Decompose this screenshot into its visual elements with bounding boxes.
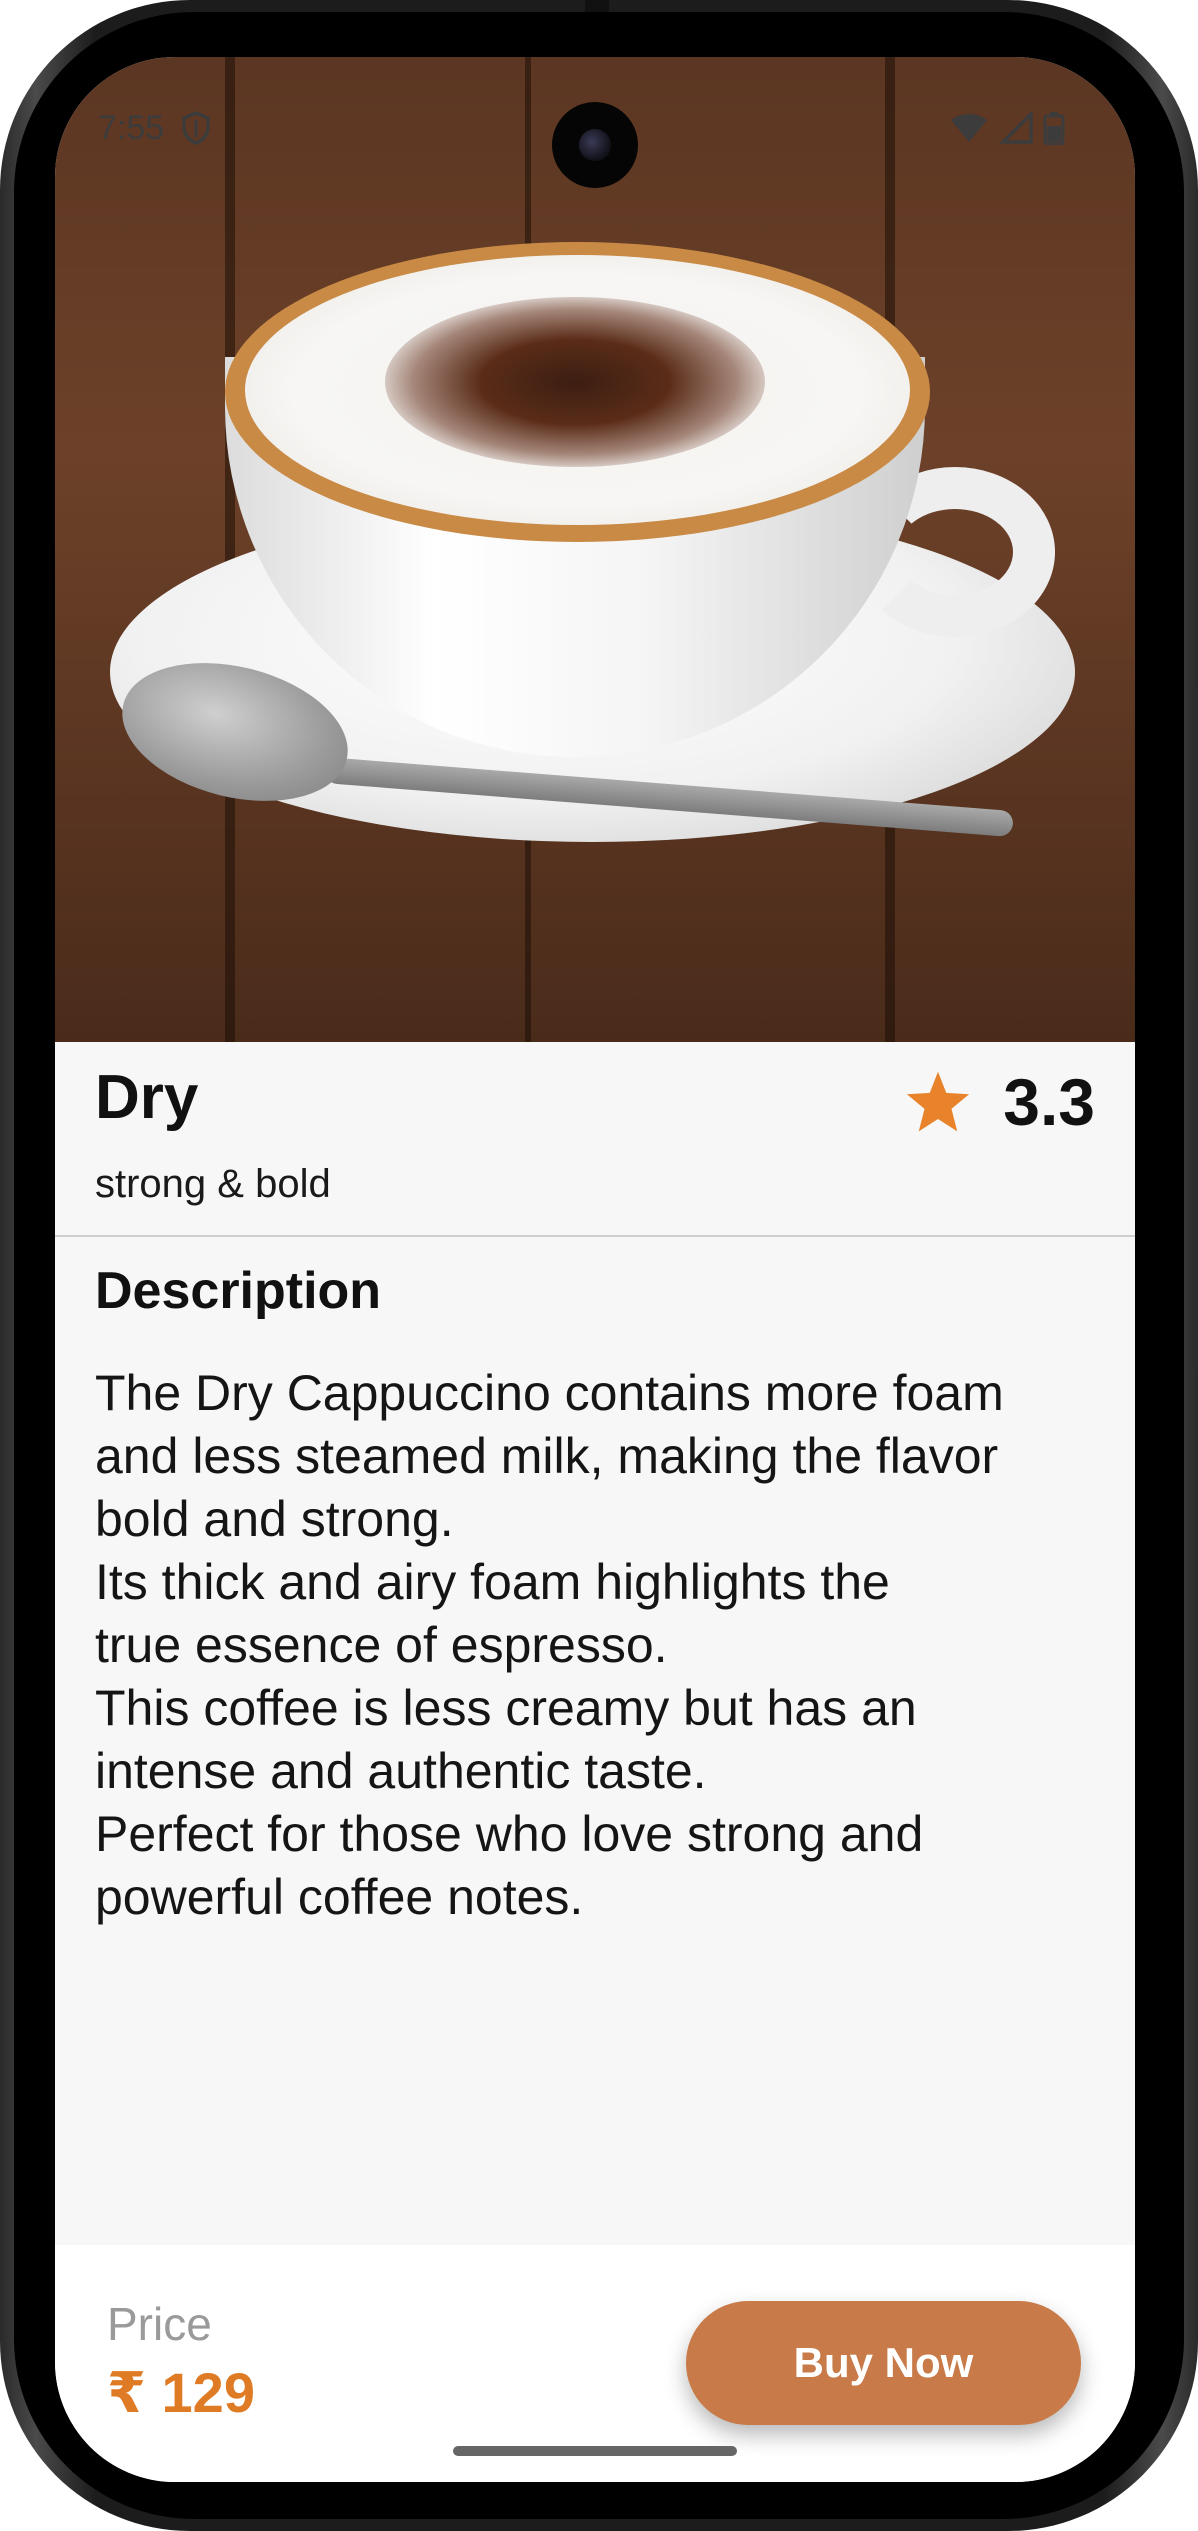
description-heading: Description	[95, 1262, 382, 1320]
description-line: intense and authentic taste.	[95, 1743, 707, 1799]
description-line: bold and strong.	[95, 1491, 454, 1547]
front-camera	[552, 102, 638, 188]
home-indicator[interactable]	[453, 2446, 737, 2456]
buy-now-button[interactable]: Buy Now	[686, 2301, 1081, 2425]
cappuccino-cup-photo	[55, 57, 1135, 1042]
product-header: Dry strong & bold 3.3	[55, 1042, 1135, 1237]
description-line: Perfect for those who love strong and	[95, 1806, 924, 1862]
price-value: ₹ 129	[107, 2361, 255, 2424]
rating: 3.3	[905, 1064, 1095, 1140]
product-name: Dry	[95, 1063, 199, 1132]
wood-grain	[225, 57, 235, 1042]
status-time: 7:55	[98, 109, 165, 147]
volume-button	[1192, 690, 1198, 840]
description-line: and less steamed milk, making the flavor	[95, 1428, 999, 1484]
star-icon	[907, 1071, 970, 1132]
phone-frame: 7:55 Dry strong & bold 3.3 Description T…	[0, 0, 1198, 2531]
battery-icon	[1043, 112, 1065, 145]
description-line: The Dry Cappuccino contains more foam	[95, 1365, 1004, 1421]
rating-value: 3.3	[1003, 1065, 1095, 1139]
status-icons	[949, 111, 1065, 145]
signal-icon	[999, 112, 1033, 144]
description-line: powerful coffee notes.	[95, 1869, 584, 1925]
description-line: This coffee is less creamy but has an	[95, 1680, 917, 1736]
description-line: true essence of espresso.	[95, 1617, 668, 1673]
app-screen: 7:55 Dry strong & bold 3.3 Description T…	[55, 57, 1135, 2482]
description-text: The Dry Cappuccino contains more foam an…	[95, 1362, 1105, 1929]
status-bar: 7:55	[55, 57, 1135, 188]
power-button	[1192, 1000, 1198, 1370]
description-line: Its thick and airy foam highlights the	[95, 1554, 890, 1610]
cocoa-dusting	[385, 297, 765, 467]
price-label: Price	[107, 2298, 212, 2350]
product-tagline: strong & bold	[95, 1162, 331, 1206]
shield-icon	[182, 111, 210, 145]
wifi-icon	[951, 114, 987, 142]
